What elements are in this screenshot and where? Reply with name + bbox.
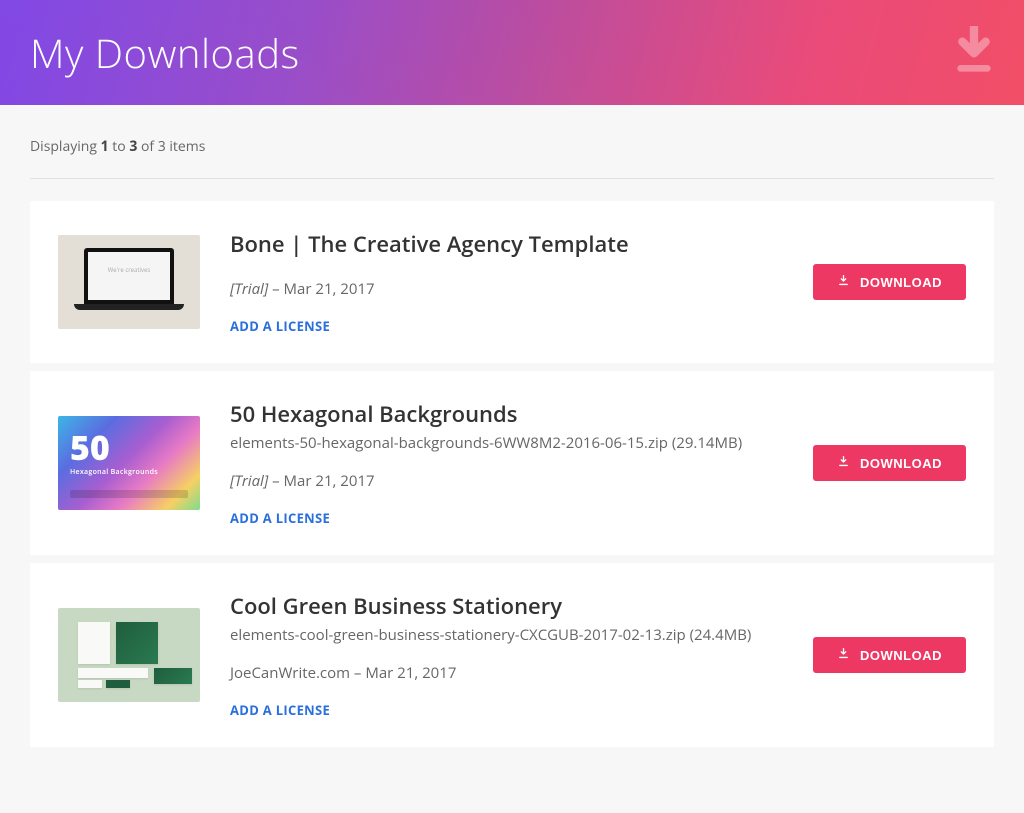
download-item: We're creatives Bone | The Creative Agen… [30, 201, 994, 363]
item-info: Bone | The Creative Agency Template [Tri… [230, 229, 813, 335]
page-header: My Downloads [0, 0, 1024, 105]
item-title[interactable]: Cool Green Business Stationery [230, 591, 813, 621]
item-filename: elements-cool-green-business-stationery-… [230, 625, 813, 645]
item-thumbnail[interactable]: We're creatives [58, 235, 200, 329]
item-meta: [Trial] – Mar 21, 2017 [230, 279, 813, 299]
download-icon [954, 26, 994, 79]
item-meta: [Trial] – Mar 21, 2017 [230, 471, 813, 491]
download-button[interactable]: DOWNLOAD [813, 637, 966, 673]
item-title[interactable]: 50 Hexagonal Backgrounds [230, 399, 813, 429]
download-small-icon [837, 274, 850, 290]
download-button[interactable]: DOWNLOAD [813, 445, 966, 481]
download-item: 50 Hexagonal Backgrounds 50 Hexagonal Ba… [30, 371, 994, 555]
download-small-icon [837, 455, 850, 471]
add-license-link[interactable]: ADD A LICENSE [230, 701, 813, 719]
download-small-icon [837, 647, 850, 663]
item-info: Cool Green Business Stationery elements-… [230, 591, 813, 719]
result-summary: Displaying 1 to 3 of 3 items [30, 105, 994, 179]
item-info: 50 Hexagonal Backgrounds elements-50-hex… [230, 399, 813, 527]
download-item: Cool Green Business Stationery elements-… [30, 563, 994, 747]
item-thumbnail[interactable] [58, 608, 200, 702]
item-filename: elements-50-hexagonal-backgrounds-6WW8M2… [230, 433, 813, 453]
item-meta: JoeCanWrite.com – Mar 21, 2017 [230, 663, 813, 683]
item-thumbnail[interactable]: 50 Hexagonal Backgrounds [58, 416, 200, 510]
item-title[interactable]: Bone | The Creative Agency Template [230, 229, 813, 259]
add-license-link[interactable]: ADD A LICENSE [230, 317, 813, 335]
download-button[interactable]: DOWNLOAD [813, 264, 966, 300]
add-license-link[interactable]: ADD A LICENSE [230, 509, 813, 527]
page-title: My Downloads [30, 25, 300, 80]
download-list: We're creatives Bone | The Creative Agen… [30, 201, 994, 747]
